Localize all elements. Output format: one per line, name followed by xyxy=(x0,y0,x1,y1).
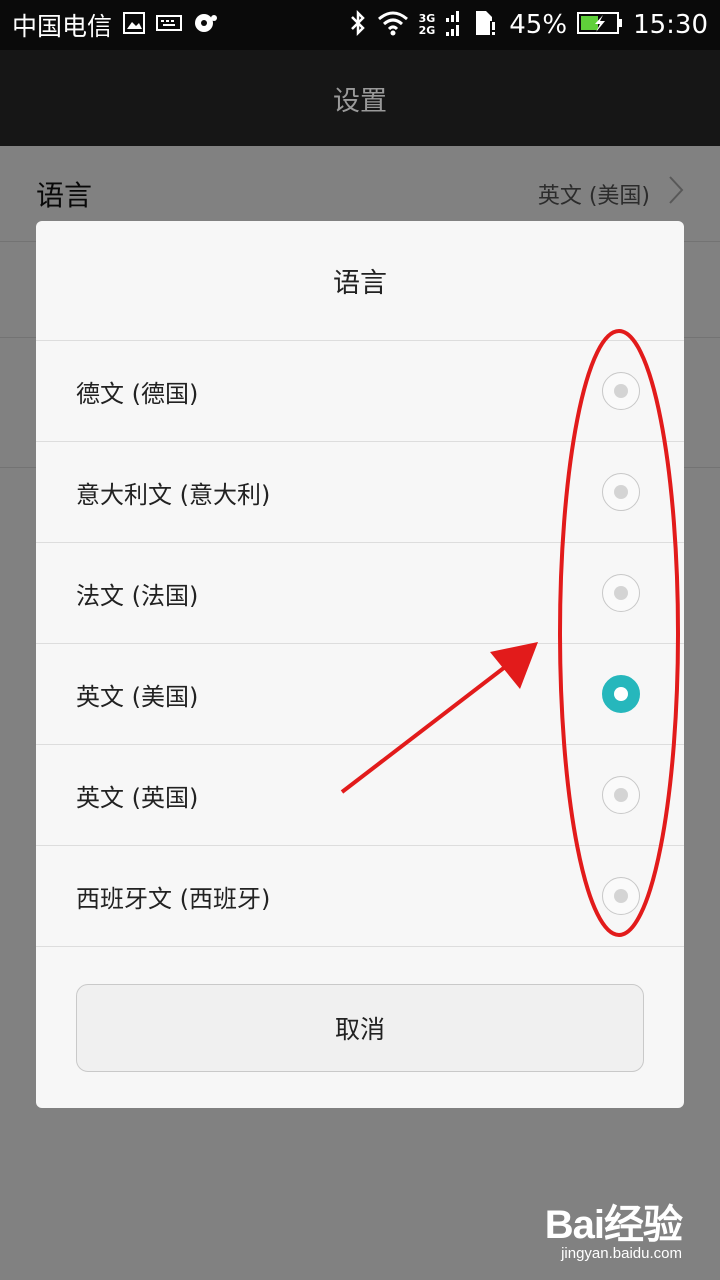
signal-icon xyxy=(445,8,463,42)
language-option-italian[interactable]: 意大利文 (意大利) xyxy=(36,442,684,543)
network-type-2g: 2G xyxy=(418,24,436,37)
option-label: 英文 (英国) xyxy=(76,783,199,812)
option-label: 西班牙文 (西班牙) xyxy=(76,884,271,913)
language-option-french[interactable]: 法文 (法国) xyxy=(36,543,684,644)
radio-button-selected[interactable] xyxy=(602,675,640,713)
radio-button[interactable] xyxy=(602,372,640,410)
option-label: 法文 (法国) xyxy=(76,581,199,610)
keyboard-icon xyxy=(156,13,183,37)
radio-button[interactable] xyxy=(602,473,640,511)
sim-alert-icon xyxy=(473,9,499,41)
baidu-jingyan-watermark: Bai经验 jingyan.baidu.com xyxy=(544,1203,683,1262)
language-option-english-us[interactable]: 英文 (美国) xyxy=(36,644,684,745)
baidu-app-icon xyxy=(192,12,218,38)
carrier-name: 中国电信 xyxy=(12,12,113,41)
language-dialog: 语言 德文 (德国) 意大利文 (意大利) 法文 (法国) 英文 (美国) 英文… xyxy=(36,221,684,1108)
language-option-spanish[interactable]: 西班牙文 (西班牙) xyxy=(36,846,684,947)
watermark-logo: Bai经验 xyxy=(544,1203,683,1247)
clock: 15:30 xyxy=(633,10,708,40)
option-label: 意大利文 (意大利) xyxy=(76,480,271,509)
page-title: 设置 xyxy=(333,85,387,117)
image-notification-icon xyxy=(122,11,146,39)
bluetooth-icon xyxy=(349,9,367,41)
radio-button[interactable] xyxy=(602,877,640,915)
radio-button[interactable] xyxy=(602,776,640,814)
dialog-title: 语言 xyxy=(36,221,684,341)
title-bar: 设置 xyxy=(0,50,720,146)
option-label: 德文 (德国) xyxy=(76,379,199,408)
wifi-icon xyxy=(377,10,409,40)
network-type: 3G 2G xyxy=(419,13,436,37)
option-label: 英文 (美国) xyxy=(76,682,199,711)
radio-button[interactable] xyxy=(602,574,640,612)
language-option-english-uk[interactable]: 英文 (英国) xyxy=(36,745,684,846)
cancel-button[interactable]: 取消 xyxy=(76,984,644,1072)
battery-percent: 45% xyxy=(509,10,568,40)
watermark-url: jingyan.baidu.com xyxy=(561,1245,682,1262)
status-bar: 中国电信 3G 2G 45% 15:30 xyxy=(0,0,720,50)
battery-charging-icon xyxy=(577,11,623,39)
language-option-german[interactable]: 德文 (德国) xyxy=(36,341,684,442)
